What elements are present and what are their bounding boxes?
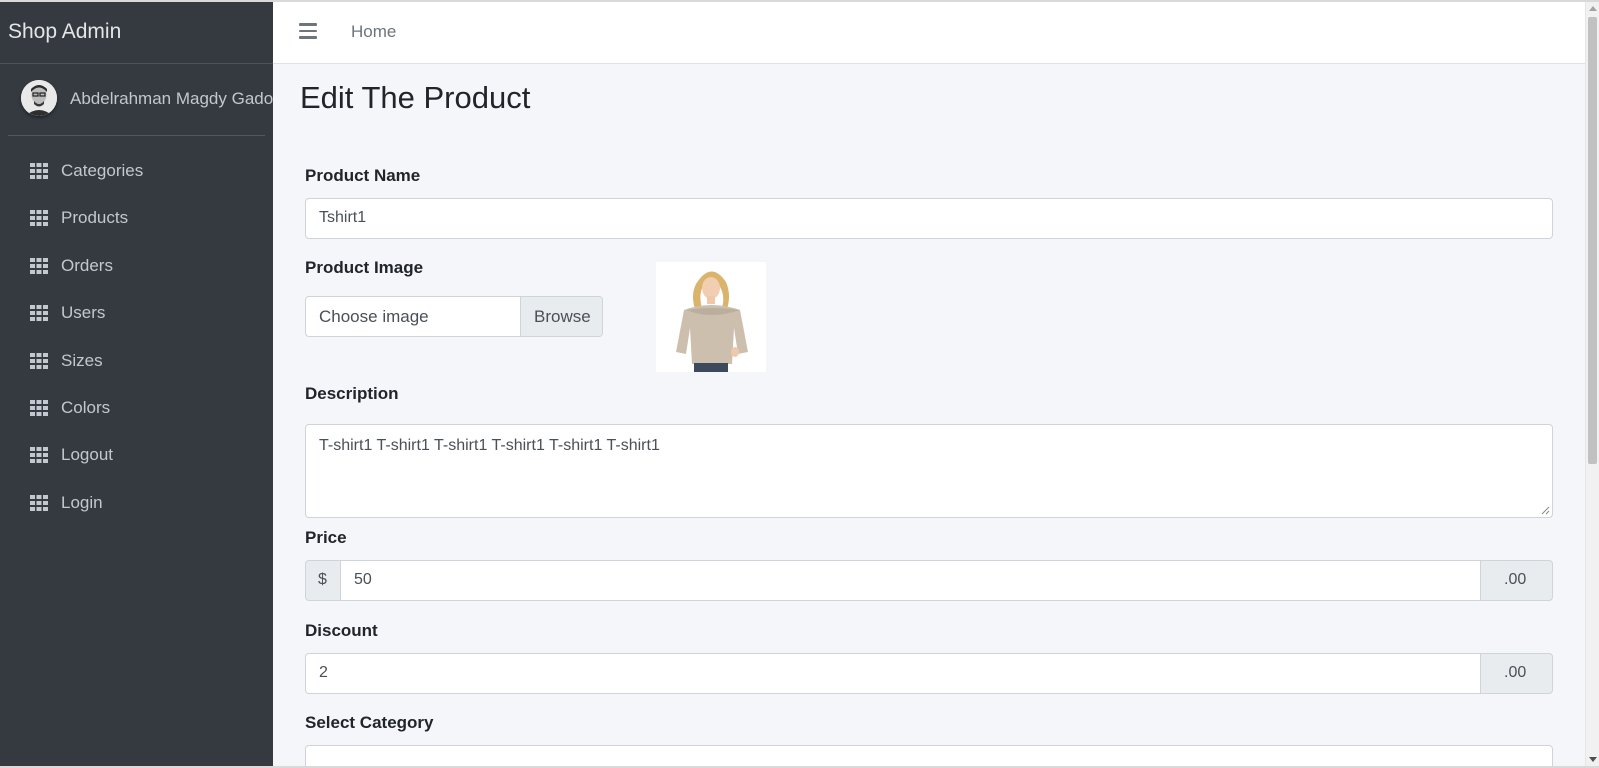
user-panel: Abdelrahman Magdy Gado xyxy=(8,64,273,136)
hamburger-icon[interactable] xyxy=(299,23,317,41)
category-select[interactable] xyxy=(305,745,1553,766)
nav-home-link[interactable]: Home xyxy=(351,22,396,42)
grid-icon xyxy=(30,352,48,369)
sidebar-item-users[interactable]: Users xyxy=(8,290,265,337)
sidebar-item-label: Users xyxy=(61,303,106,323)
price-prefix-text: $ xyxy=(318,571,327,588)
scroll-thumb[interactable] xyxy=(1588,17,1597,464)
description-value: T-shirt1 T-shirt1 T-shirt1 T-shirt1 T-sh… xyxy=(319,437,660,454)
sidebar-item-label: Login xyxy=(61,492,103,512)
sidebar-item-colors[interactable]: Colors xyxy=(8,385,265,432)
sidebar-item-orders[interactable]: Orders xyxy=(8,243,265,290)
sidebar-item-label: Orders xyxy=(61,255,113,275)
price-label: Price xyxy=(305,528,347,547)
file-input-placeholder: Choose image xyxy=(319,307,429,326)
sidebar-item-logout[interactable]: Logout xyxy=(8,432,265,479)
product-name-label: Product Name xyxy=(305,166,421,185)
grid-icon xyxy=(30,210,48,227)
grid-icon xyxy=(30,163,48,179)
brand-text: Shop Admin xyxy=(8,20,122,43)
sidebar-nav: Categories Products Orders Users Sizes C… xyxy=(8,148,265,527)
discount-suffix: .00 xyxy=(1480,653,1553,694)
discount-suffix-text: .00 xyxy=(1504,664,1527,681)
brand-link[interactable]: Shop Admin xyxy=(0,2,273,64)
product-photo xyxy=(656,262,766,372)
grid-icon xyxy=(30,494,48,511)
page-scrollbar[interactable] xyxy=(1585,2,1599,766)
sidebar-item-products[interactable]: Products xyxy=(8,195,265,242)
price-suffix: .00 xyxy=(1480,560,1553,601)
price-value: 50 xyxy=(354,571,372,588)
main-content: Edit The Product Product Name Tshirt1 Pr… xyxy=(273,64,1585,766)
product-image-preview xyxy=(656,262,766,372)
price-input-group: $ 50 .00 xyxy=(305,560,1553,601)
top-navbar: Home xyxy=(273,2,1585,64)
product-name-input[interactable]: Tshirt1 xyxy=(305,198,1553,239)
sidebar: Shop Admin Abdelrahman Magdy Gado Catego… xyxy=(0,2,273,766)
description-textarea[interactable]: T-shirt1 T-shirt1 T-shirt1 T-shirt1 T-sh… xyxy=(305,424,1553,518)
discount-value: 2 xyxy=(319,664,328,681)
resize-handle-icon[interactable] xyxy=(1541,506,1550,515)
scroll-down-arrow-icon[interactable] xyxy=(1589,757,1597,762)
sidebar-item-login[interactable]: Login xyxy=(8,480,265,527)
page-title: Edit The Product xyxy=(300,80,531,115)
sidebar-item-label: Sizes xyxy=(61,350,103,370)
user-name[interactable]: Abdelrahman Magdy Gado xyxy=(70,89,273,109)
discount-label: Discount xyxy=(305,621,378,640)
browse-label: Browse xyxy=(534,307,591,326)
product-name-value: Tshirt1 xyxy=(319,209,367,226)
grid-icon xyxy=(30,447,48,464)
scroll-up-arrow-icon[interactable] xyxy=(1589,6,1597,11)
product-image-label: Product Image xyxy=(305,258,424,277)
grid-icon xyxy=(30,305,48,322)
price-suffix-text: .00 xyxy=(1504,571,1527,588)
sidebar-item-label: Categories xyxy=(61,161,144,180)
discount-input-group: 2 .00 xyxy=(305,653,1553,694)
browse-button[interactable]: Browse xyxy=(520,297,602,336)
price-prefix: $ xyxy=(305,560,341,601)
sidebar-item-label: Products xyxy=(61,208,129,228)
sidebar-item-sizes[interactable]: Sizes xyxy=(8,338,265,385)
discount-input[interactable]: 2 xyxy=(305,653,1481,694)
sidebar-item-categories[interactable]: Categories xyxy=(8,148,265,195)
grid-icon xyxy=(30,399,48,416)
price-input[interactable]: 50 xyxy=(340,560,1481,601)
grid-icon xyxy=(30,257,48,274)
sidebar-item-label: Logout xyxy=(61,445,113,465)
select-category-label: Select Category xyxy=(305,713,434,732)
user-avatar xyxy=(21,80,57,116)
description-label: Description xyxy=(305,384,399,403)
sidebar-item-label: Colors xyxy=(61,397,111,417)
user-avatar-icon xyxy=(21,80,57,116)
product-image-file-input[interactable]: Choose image Browse xyxy=(305,296,603,337)
